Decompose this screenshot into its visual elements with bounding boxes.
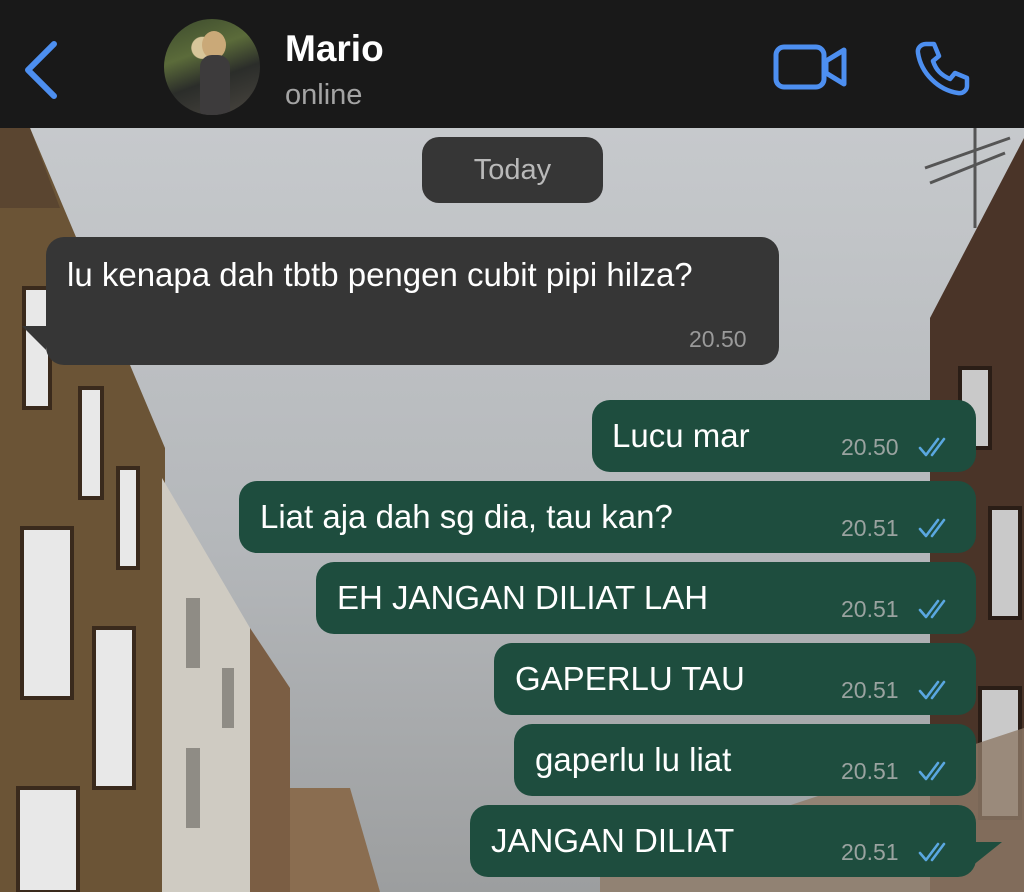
message-time: 20.50 — [841, 434, 899, 460]
message-time: 20.51 — [841, 677, 899, 703]
message-bubble-outgoing[interactable]: Liat aja dah sg dia, tau kan? 20.51 — [239, 481, 976, 553]
incoming-bubble-tail — [22, 326, 46, 350]
message-time: 20.51 — [841, 596, 899, 622]
message-bubble-outgoing[interactable]: GAPERLU TAU 20.51 — [494, 643, 976, 715]
outgoing-bubble-tail — [972, 842, 1002, 866]
message-bubble-outgoing[interactable]: Lucu mar 20.50 — [592, 400, 976, 472]
read-double-check-icon — [918, 518, 946, 538]
message-time: 20.51 — [841, 839, 899, 865]
read-double-check-icon — [918, 599, 946, 619]
video-call-button[interactable] — [772, 42, 848, 92]
message-bubble-outgoing[interactable]: JANGAN DILIAT 20.51 — [470, 805, 976, 877]
voice-call-button[interactable] — [912, 38, 972, 98]
read-double-check-icon — [918, 680, 946, 700]
message-text: Lucu mar — [612, 417, 750, 454]
contact-name[interactable]: Mario — [285, 28, 384, 70]
chat-header: Mario online — [0, 0, 1024, 128]
message-text: lu kenapa dah tbtb pengen cubit pipi hil… — [67, 256, 693, 293]
read-double-check-icon — [918, 842, 946, 862]
avatar-photo-body — [200, 55, 230, 115]
message-bubble-incoming[interactable]: lu kenapa dah tbtb pengen cubit pipi hil… — [46, 237, 779, 365]
back-button[interactable] — [18, 36, 68, 100]
chevron-left-icon — [25, 41, 57, 99]
message-text: gaperlu lu liat — [535, 741, 732, 778]
message-text: GAPERLU TAU — [515, 660, 745, 697]
video-camera-icon — [773, 44, 847, 90]
read-double-check-icon — [918, 761, 946, 781]
message-time: 20.51 — [841, 515, 899, 541]
message-bubble-outgoing[interactable]: gaperlu lu liat 20.51 — [514, 724, 976, 796]
message-time: 20.50 — [689, 326, 747, 352]
contact-status: online — [285, 79, 363, 111]
contact-avatar[interactable] — [164, 19, 260, 115]
message-text: Liat aja dah sg dia, tau kan? — [260, 498, 673, 535]
message-time: 20.51 — [841, 758, 899, 784]
read-double-check-icon — [918, 437, 946, 457]
date-separator: Today — [422, 137, 603, 203]
message-text: EH JANGAN DILIAT LAH — [337, 579, 709, 616]
message-bubble-outgoing[interactable]: EH JANGAN DILIAT LAH 20.51 — [316, 562, 976, 634]
phone-icon — [915, 41, 970, 96]
message-text: JANGAN DILIAT — [491, 822, 735, 859]
